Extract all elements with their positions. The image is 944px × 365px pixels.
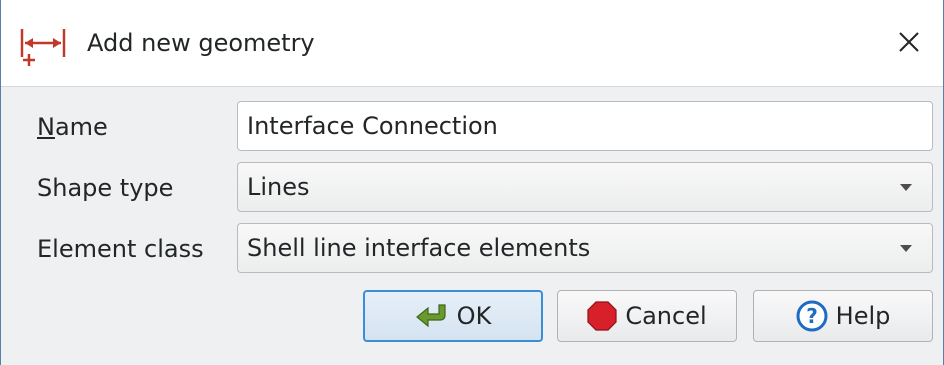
red-stop-icon xyxy=(587,301,617,331)
cancel-button[interactable]: Cancel xyxy=(557,290,737,342)
ok-button[interactable]: OK xyxy=(363,290,543,342)
shape-type-select[interactable]: Lines xyxy=(237,162,933,212)
shape-type-label: Shape type xyxy=(37,174,174,202)
cancel-button-label: Cancel xyxy=(625,302,707,330)
name-label-mnemonic: N xyxy=(37,113,55,141)
element-class-label: Element class xyxy=(37,235,204,263)
add-geometry-dialog: Add new geometry Name Interface Connecti… xyxy=(0,0,944,365)
chevron-down-icon xyxy=(900,245,912,252)
close-button[interactable] xyxy=(889,22,929,62)
name-input-value: Interface Connection xyxy=(247,112,498,140)
title-bar[interactable]: Add new geometry xyxy=(1,0,943,87)
name-label: Name xyxy=(37,110,108,144)
svg-text:?: ? xyxy=(806,304,818,328)
help-button-label: Help xyxy=(835,302,891,330)
window-title: Add new geometry xyxy=(87,29,315,57)
name-input[interactable]: Interface Connection xyxy=(237,101,933,151)
ok-button-label: OK xyxy=(456,302,492,330)
name-label-rest: ame xyxy=(54,113,108,141)
chevron-down-icon xyxy=(900,184,912,191)
help-button[interactable]: ? Help xyxy=(753,290,933,342)
dimension-line-icon xyxy=(20,29,66,66)
close-icon xyxy=(899,32,919,52)
element-class-value: Shell line interface elements xyxy=(247,234,591,262)
help-circle-icon: ? xyxy=(796,300,828,332)
green-arrow-enter-icon xyxy=(415,303,449,329)
element-class-select[interactable]: Shell line interface elements xyxy=(237,223,933,273)
shape-type-value: Lines xyxy=(247,173,310,201)
